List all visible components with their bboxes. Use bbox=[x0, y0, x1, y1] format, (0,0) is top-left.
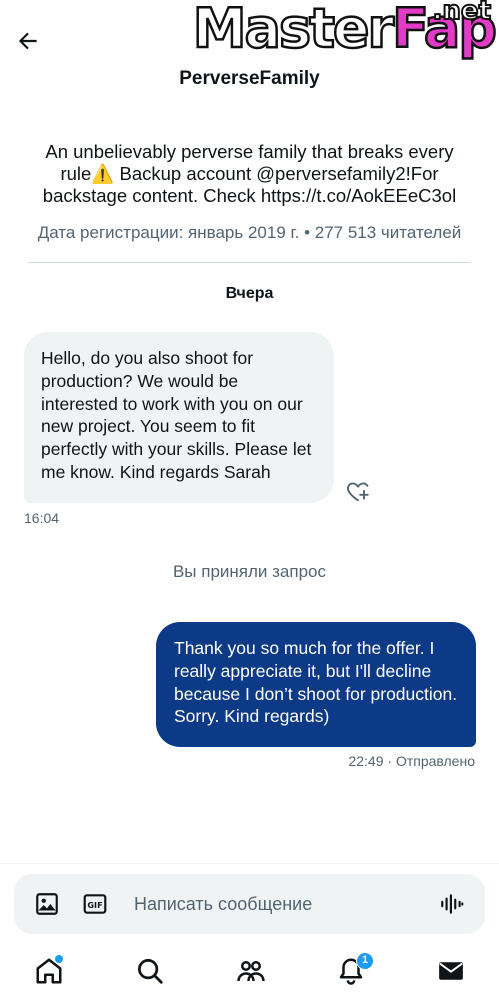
incoming-message-time: 16:04 bbox=[24, 510, 60, 526]
gif-icon[interactable]: GIF bbox=[82, 891, 108, 917]
message-composer: GIF bbox=[14, 874, 485, 934]
divider bbox=[28, 262, 471, 263]
message-input[interactable] bbox=[134, 886, 424, 922]
incoming-message-bubble[interactable]: Hello, do you also shoot for production?… bbox=[24, 332, 334, 503]
search-icon[interactable] bbox=[135, 956, 165, 986]
profile-bio: An unbelievably perverse family that bre… bbox=[42, 141, 457, 206]
image-icon[interactable] bbox=[34, 891, 60, 917]
voice-icon[interactable] bbox=[439, 891, 465, 917]
svg-text:GIF: GIF bbox=[87, 900, 102, 910]
communities-icon[interactable] bbox=[236, 956, 266, 986]
profile-meta: Дата регистрации: январь 2019 г. • 277 5… bbox=[37, 223, 462, 242]
watermark-main: Master bbox=[192, 0, 396, 60]
top-bar: MasterFap .net PerverseFamily bbox=[0, 0, 499, 110]
watermark-logo: MasterFap .net bbox=[192, 0, 499, 57]
messages-icon[interactable] bbox=[436, 956, 466, 986]
watermark-tld: .net bbox=[432, 0, 492, 26]
add-reaction-icon[interactable] bbox=[344, 478, 372, 504]
composer-divider bbox=[0, 863, 499, 864]
notifications-badge: 1 bbox=[356, 952, 374, 970]
back-arrow-icon[interactable] bbox=[14, 28, 42, 54]
outgoing-message-status: 22:49 · Отправлено bbox=[348, 753, 475, 769]
request-accepted-note: Вы приняли запрос bbox=[172, 562, 327, 581]
home-unread-dot bbox=[55, 955, 63, 963]
bottom-nav: 1 bbox=[0, 948, 499, 1000]
date-separator: Вчера bbox=[225, 285, 274, 302]
outgoing-message-bubble[interactable]: Thank you so much for the offer. I reall… bbox=[156, 622, 476, 747]
conversation-username[interactable]: PerverseFamily bbox=[0, 68, 499, 90]
